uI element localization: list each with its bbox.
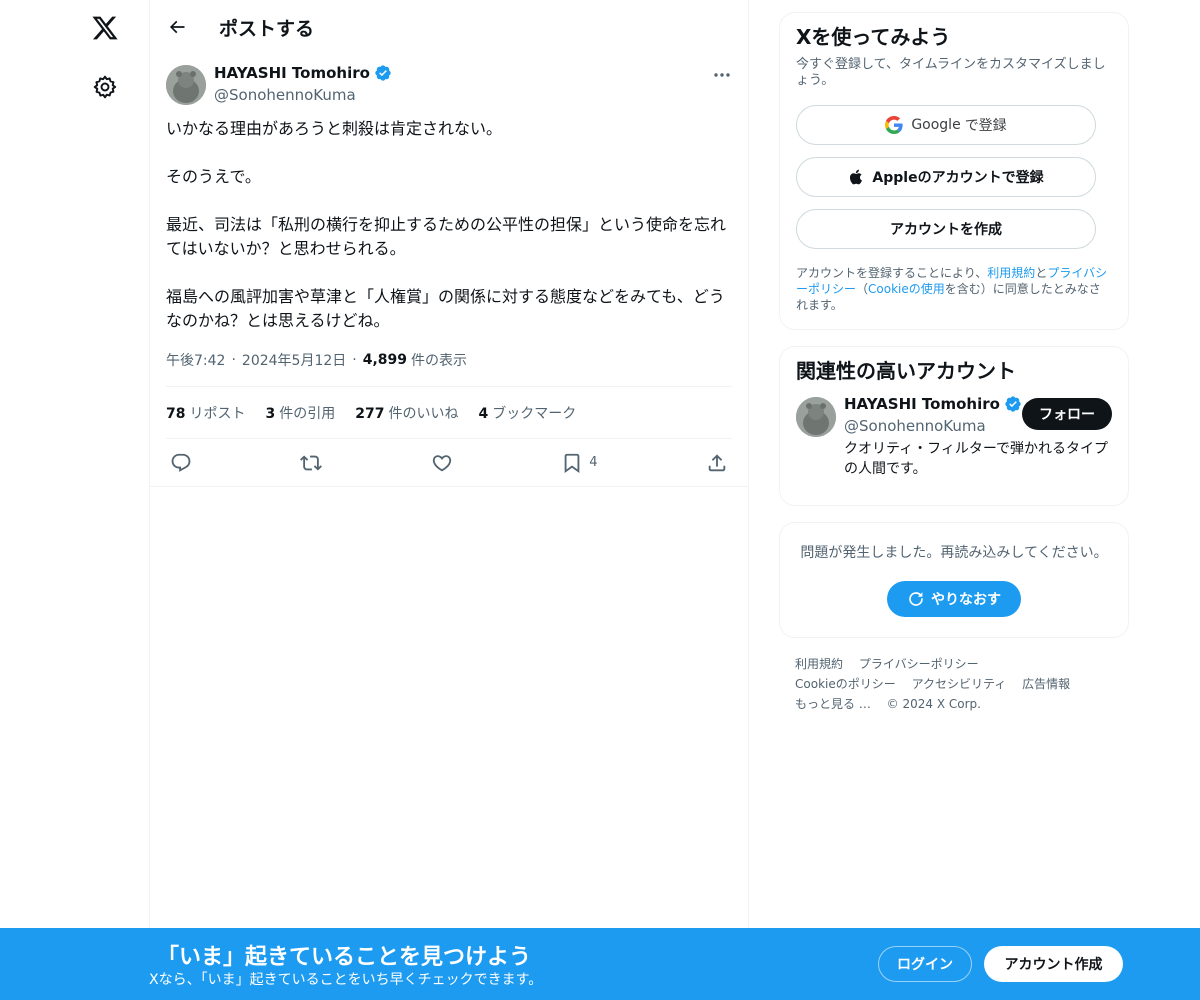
repost-button[interactable] — [300, 452, 323, 474]
tweet-author: HAYASHI Tomohiro @SonohennoKuma — [150, 63, 748, 121]
retry-label: やりなおす — [931, 592, 1001, 608]
share-button[interactable] — [706, 452, 728, 474]
main-column: ポストする HAYASHI Tomohiro @SonohennoKuma いか… — [149, 0, 749, 928]
tweet-paragraph: 最近、司法は「私刑の横行を抑止するための公平性の担保」という使命を忘れてはいない… — [166, 215, 727, 258]
page-title: ポストする — [219, 17, 315, 40]
legal-notice: アカウントを登録することにより、利用規約とプライバシーポリシー（Cookieの使… — [796, 265, 1112, 313]
footer-privacy-link[interactable]: プライバシーポリシー — [859, 657, 979, 671]
bottom-signup-banner: 「いま」起きていることを見つけよう Xなら、「いま」起きていることをいち早くチェ… — [0, 928, 1200, 1000]
footer-accessibility-link[interactable]: アクセシビリティ — [912, 677, 1007, 691]
google-brand-label: Google — [911, 117, 961, 133]
apple-signup-label: Appleのアカウントで登録 — [872, 170, 1044, 186]
more-options-button[interactable] — [712, 67, 732, 83]
apple-signup-button[interactable]: Appleのアカウントで登録 — [796, 157, 1096, 197]
share-icon — [708, 453, 726, 471]
related-name-text: HAYASHI Tomohiro — [844, 395, 1000, 413]
likes-label: 件のいいね — [388, 405, 459, 422]
author-name-text: HAYASHI Tomohiro — [214, 64, 370, 82]
quotes-stat[interactable]: 3 件の引用 — [265, 403, 335, 423]
follow-button[interactable]: フォロー — [1022, 398, 1112, 430]
x-logo-icon[interactable] — [89, 12, 121, 44]
footer-links: 利用規約 プライバシーポリシー Cookieのポリシー アクセシビリティ 広告情… — [779, 654, 1129, 714]
tweet-text: いかなる理由があろうと刺殺は肯定されない。 そのうえで。 最近、司法は「私刑の横… — [150, 117, 748, 333]
view-label: 件の表示 — [411, 353, 468, 369]
legal-text: （ — [856, 282, 869, 296]
cookie-link[interactable]: Cookieの使用 — [868, 282, 945, 296]
signup-title: Xを使ってみよう — [796, 25, 951, 49]
separator-dot: · — [352, 352, 357, 368]
repost-icon — [300, 455, 323, 470]
tweet-paragraph: 福島への風評加害や草津と「人権賞」の関係に対する態度などをみても、どうなのかね？… — [166, 287, 725, 330]
bookmarks-stat[interactable]: 4 ブックマーク — [478, 403, 576, 423]
create-account-button[interactable]: アカウントを作成 — [796, 209, 1096, 249]
footer-copyright: © 2024 X Corp. — [886, 697, 981, 711]
bookmarks-count: 4 — [478, 405, 489, 422]
reposts-stat[interactable]: 78 リポスト — [166, 403, 245, 423]
tweet-stats: 78 リポスト 3 件の引用 277 件のいいね 4 ブックマーク — [166, 386, 732, 439]
gear-icon[interactable] — [92, 74, 118, 100]
google-logo-icon — [885, 116, 903, 134]
signup-card: Xを使ってみよう 今すぐ登録して、タイムラインをカスタマイズしましょう。 Goo… — [779, 12, 1129, 330]
tweet-time[interactable]: 午後7:42 — [166, 350, 225, 370]
error-card: 問題が発生しました。再読み込みしてください。 やりなおす — [779, 522, 1129, 638]
verified-badge-icon — [1005, 396, 1021, 412]
create-account-label: アカウントを作成 — [890, 222, 1002, 238]
signup-subtitle: 今すぐ登録して、タイムラインをカスタマイズしましょう。 — [796, 57, 1106, 88]
reposts-count: 78 — [166, 405, 186, 422]
terms-link[interactable]: 利用規約 — [987, 266, 1035, 280]
like-button[interactable] — [431, 452, 453, 474]
related-account-name[interactable]: HAYASHI Tomohiro — [844, 395, 1022, 413]
footer-more-link[interactable]: もっと見る … — [795, 697, 871, 711]
likes-count: 277 — [355, 405, 385, 422]
author-name[interactable]: HAYASHI Tomohiro — [214, 64, 392, 82]
back-button[interactable] — [157, 7, 197, 47]
google-signup-button[interactable]: Google で登録 — [796, 105, 1096, 145]
login-button[interactable]: ログイン — [878, 946, 972, 982]
related-account[interactable]: HAYASHI Tomohiro @SonohennoKuma クオリティ・フィ… — [796, 393, 1112, 489]
tweet-actions: 4 — [150, 439, 748, 487]
related-title: 関連性の高いアカウント — [796, 359, 1016, 383]
tweet-meta: 午後7:42 · 2024年5月12日 · 4,899 件の表示 — [150, 348, 748, 372]
quotes-label: 件の引用 — [279, 405, 336, 422]
author-handle[interactable]: @SonohennoKuma — [214, 86, 356, 104]
more-dots-icon — [714, 73, 730, 77]
quotes-count: 3 — [265, 405, 276, 422]
reply-button[interactable] — [170, 452, 192, 474]
tweet-date[interactable]: 2024年5月12日 — [242, 350, 346, 370]
related-account-handle: @SonohennoKuma — [844, 417, 986, 435]
banner-subtitle: Xなら、「いま」起きていることをいち早くチェックできます。 — [149, 972, 543, 988]
page-header: ポストする — [150, 0, 748, 54]
related-account-bio: クオリティ・フィルターで弾かれるタイプの人間です。 — [844, 441, 1109, 477]
refresh-icon — [909, 592, 923, 606]
view-count: 4,899 — [362, 352, 408, 368]
left-navigation — [0, 0, 150, 1000]
signup-button[interactable]: アカウント作成 — [984, 946, 1123, 982]
bookmark-button[interactable]: 4 — [561, 452, 598, 474]
legal-text: と — [1035, 266, 1048, 280]
likes-stat[interactable]: 277 件のいいね — [355, 403, 458, 423]
related-accounts-card: 関連性の高いアカウント HAYASHI Tomohiro @SonohennoK… — [779, 346, 1129, 506]
apple-logo-icon — [850, 169, 863, 185]
avatar[interactable] — [796, 397, 836, 437]
verified-badge-icon — [375, 65, 391, 81]
right-sidebar: Xを使ってみよう 今すぐ登録して、タイムラインをカスタマイズしましょう。 Goo… — [779, 12, 1129, 714]
footer-cookie-link[interactable]: Cookieのポリシー — [795, 677, 896, 691]
error-message: 問題が発生しました。再読み込みしてください。 — [800, 545, 1108, 561]
retry-button[interactable]: やりなおす — [887, 581, 1021, 617]
reply-icon — [171, 453, 191, 472]
bookmark-icon — [564, 453, 580, 473]
arrow-left-icon — [169, 20, 185, 34]
bookmarks-label: ブックマーク — [492, 405, 577, 422]
bookmark-count: 4 — [589, 455, 598, 470]
avatar[interactable] — [166, 65, 206, 105]
separator-dot: · — [231, 352, 236, 368]
footer-ads-link[interactable]: 広告情報 — [1022, 677, 1070, 691]
reposts-label: リポスト — [189, 405, 246, 422]
footer-terms-link[interactable]: 利用規約 — [795, 657, 843, 671]
tweet-paragraph: そのうえで。 — [166, 167, 261, 186]
google-signup-label: で登録 — [964, 118, 1007, 134]
legal-text: アカウントを登録することにより、 — [796, 266, 988, 280]
banner-title: 「いま」起きていることを見つけよう — [157, 945, 532, 970]
heart-icon — [432, 454, 452, 471]
